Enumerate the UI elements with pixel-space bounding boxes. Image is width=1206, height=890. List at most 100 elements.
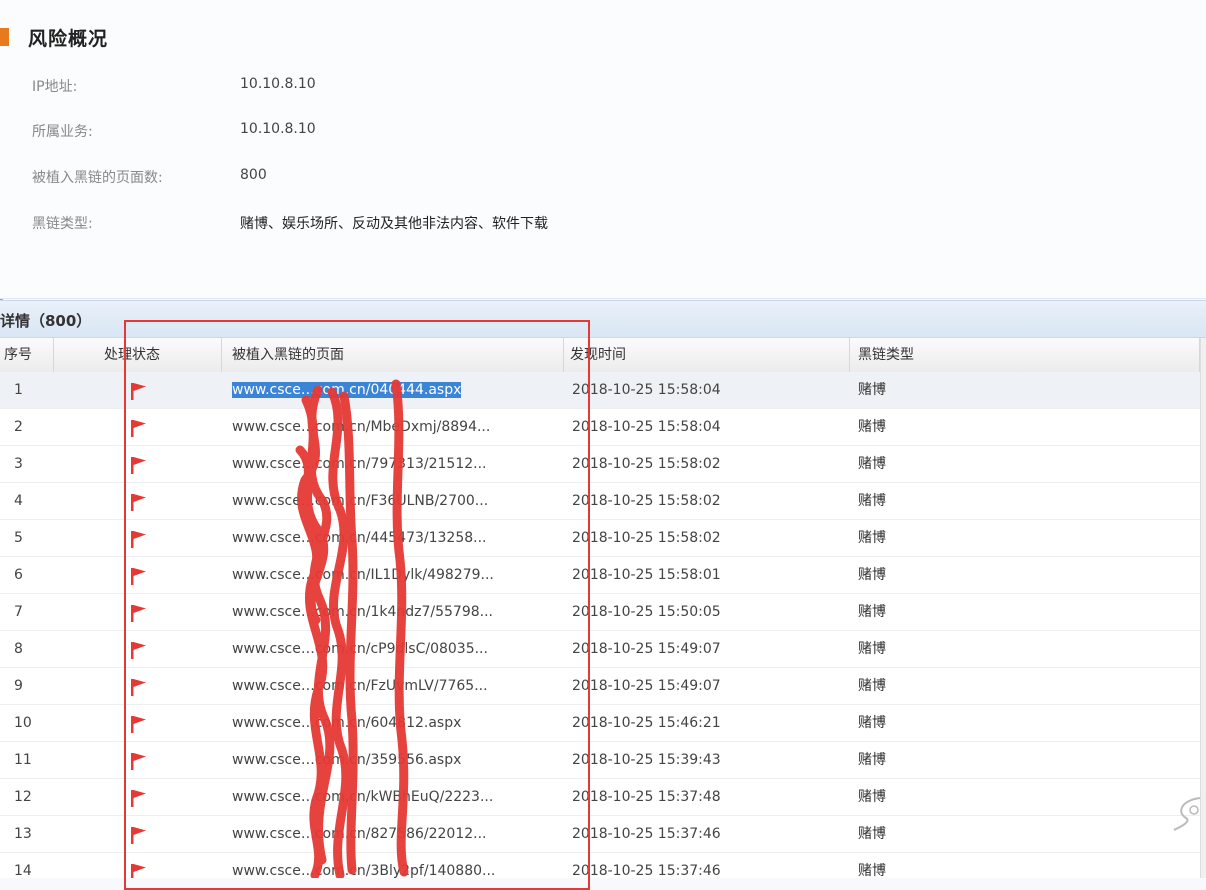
page-url[interactable]: www.csce…com.cn/445473/13258...	[232, 520, 562, 556]
table-row[interactable]: 4 www.csce…com.cn/F36ULNB/2700... 2018-10-…	[0, 483, 1200, 520]
page-url[interactable]: www.csce…com.cn/FzUvmLV/7765...	[232, 668, 562, 704]
status-cell[interactable]	[128, 372, 152, 408]
page-url-text[interactable]: www.csce…com.cn/IL1Dylk/498279...	[232, 567, 494, 583]
row-index: 9	[14, 678, 23, 694]
page-url[interactable]: www.csce…com.cn/cP9dlsC/08035...	[232, 631, 562, 667]
page-url-text[interactable]: www.csce…com.cn/MbeDxmj/8894...	[232, 419, 490, 435]
found-time: 2018-10-25 15:46:21	[572, 715, 721, 731]
page-url[interactable]: www.csce…com.cn/F36ULNB/2700...	[232, 483, 562, 519]
found-time: 2018-10-25 15:58:02	[572, 456, 721, 472]
row-index: 13	[14, 826, 32, 842]
row-index: 6	[14, 567, 23, 583]
status-cell[interactable]	[128, 594, 152, 630]
table-row[interactable]: 11 www.csce…com.cn/359556.aspx 2018-10-25 …	[0, 742, 1200, 779]
status-cell[interactable]	[128, 631, 152, 667]
status-cell[interactable]	[128, 816, 152, 852]
blacklink-type: 赌博	[858, 530, 886, 546]
table-row[interactable]: 2 www.csce…com.cn/MbeDxmj/8894... 2018-10-…	[0, 409, 1200, 446]
blacklink-type: 赌博	[858, 419, 886, 435]
page-url[interactable]: www.csce…com.cn/MbeDxmj/8894...	[232, 409, 562, 445]
row-index: 14	[14, 863, 32, 878]
page-url-text[interactable]: www.csce…com.cn/604812.aspx	[232, 715, 461, 731]
found-time: 2018-10-25 15:49:07	[572, 641, 721, 657]
red-flag-icon	[131, 420, 146, 437]
status-cell[interactable]	[128, 668, 152, 704]
page-url-text[interactable]: www.csce…com.cn/797313/21512...	[232, 456, 487, 472]
row-index: 1	[14, 382, 23, 398]
page-url-text[interactable]: www.csce…com.cn/3Bly2pf/140880...	[232, 863, 495, 878]
blacklink-type: 赌博	[858, 789, 886, 805]
column-index[interactable]: 序号	[0, 338, 54, 372]
page-url-text[interactable]: www.csce…com.cn/359556.aspx	[232, 752, 461, 768]
red-flag-icon	[131, 827, 146, 844]
page-url-text[interactable]: www.csce…com.cn/FzUvmLV/7765...	[232, 678, 488, 694]
red-flag-icon	[131, 568, 146, 585]
status-cell[interactable]	[128, 742, 152, 778]
blacklink-type: 赌博	[858, 604, 886, 620]
page-url-text[interactable]: www.csce…com.cn/040444.aspx	[232, 382, 462, 398]
blacklink-type: 赌博	[858, 641, 886, 657]
table-row[interactable]: 12 www.csce…com.cn/kWBhEuQ/2223... 2018-10…	[0, 779, 1200, 816]
column-time[interactable]: 发现时间	[564, 338, 850, 372]
found-time: 2018-10-25 15:50:05	[572, 604, 721, 620]
page-url-text[interactable]: www.csce…com.cn/445473/13258...	[232, 530, 487, 546]
page-url-text[interactable]: www.csce…com.cn/827586/22012...	[232, 826, 487, 842]
blacklink-type: 赌博	[858, 493, 886, 509]
page-url[interactable]: www.csce…com.cn/827586/22012...	[232, 816, 562, 852]
section-marker	[0, 28, 9, 46]
red-flag-icon	[131, 864, 146, 878]
row-index: 2	[14, 419, 23, 435]
business-label: 所属业务:	[32, 124, 93, 140]
table-row[interactable]: 7 www.csce…com.cn/1k4ndz7/55798... 2018-10…	[0, 594, 1200, 631]
status-cell[interactable]	[128, 483, 152, 519]
blacklink-type: 赌博	[858, 863, 886, 878]
page-url[interactable]: www.csce…com.cn/kWBhEuQ/2223...	[232, 779, 562, 815]
table-row[interactable]: 14 www.csce…com.cn/3Bly2pf/140880... 2018-…	[0, 853, 1200, 878]
status-cell[interactable]	[128, 705, 152, 741]
column-type[interactable]: 黑链类型	[850, 338, 1200, 372]
status-cell[interactable]	[128, 853, 152, 878]
table-row[interactable]: 9 www.csce…com.cn/FzUvmLV/7765... 2018-10-…	[0, 668, 1200, 705]
table-row[interactable]: 10 www.csce…com.cn/604812.aspx 2018-10-25 …	[0, 705, 1200, 742]
details-table: 1 www.csce…com.cn/040444.aspx 2018-10-25 1…	[0, 372, 1200, 878]
blacklink-type-value: 赌博、娱乐场所、反动及其他非法内容、软件下载	[240, 216, 548, 232]
table-row[interactable]: 1 www.csce…com.cn/040444.aspx 2018-10-25 1…	[0, 372, 1200, 409]
page-url[interactable]: www.csce…com.cn/604812.aspx	[232, 705, 562, 741]
watermark-logo	[1173, 797, 1201, 831]
page-url-text[interactable]: www.csce…com.cn/F36ULNB/2700...	[232, 493, 488, 509]
red-flag-icon	[131, 753, 146, 770]
table-row[interactable]: 5 www.csce…com.cn/445473/13258... 2018-10-…	[0, 520, 1200, 557]
page-url[interactable]: www.csce…com.cn/040444.aspx	[232, 372, 562, 408]
page-url[interactable]: www.csce…com.cn/1k4ndz7/55798...	[232, 594, 562, 630]
status-cell[interactable]	[128, 520, 152, 556]
column-status[interactable]: 处理状态	[54, 338, 222, 372]
column-page[interactable]: 被植入黑链的页面	[222, 338, 564, 372]
status-cell[interactable]	[128, 409, 152, 445]
risk-overview-panel: 风险概况 IP地址: 10.10.8.10 所属业务: 10.10.8.10 被…	[0, 0, 1206, 299]
found-time: 2018-10-25 15:58:04	[572, 382, 721, 398]
blacklink-type: 赌博	[858, 752, 886, 768]
details-title: 详情（800）	[0, 312, 92, 330]
page-url-text[interactable]: www.csce…com.cn/cP9dlsC/08035...	[232, 641, 488, 657]
page-url-text[interactable]: www.csce…com.cn/1k4ndz7/55798...	[232, 604, 493, 620]
red-flag-icon	[131, 494, 146, 511]
table-row[interactable]: 8 www.csce…com.cn/cP9dlsC/08035... 2018-10…	[0, 631, 1200, 668]
table-row[interactable]: 6 www.csce…com.cn/IL1Dylk/498279... 2018-1…	[0, 557, 1200, 594]
page-url[interactable]: www.csce…com.cn/359556.aspx	[232, 742, 562, 778]
red-flag-icon	[131, 457, 146, 474]
table-row[interactable]: 13 www.csce…com.cn/827586/22012... 2018-10…	[0, 816, 1200, 853]
found-time: 2018-10-25 15:49:07	[572, 678, 721, 694]
found-time: 2018-10-25 15:37:46	[572, 826, 721, 842]
page-url-text[interactable]: www.csce…com.cn/kWBhEuQ/2223...	[232, 789, 493, 805]
page-url[interactable]: www.csce…com.cn/3Bly2pf/140880...	[232, 853, 562, 878]
status-cell[interactable]	[128, 446, 152, 482]
table-row[interactable]: 3 www.csce…com.cn/797313/21512... 2018-10-…	[0, 446, 1200, 483]
page-url[interactable]: www.csce…com.cn/IL1Dylk/498279...	[232, 557, 562, 593]
page-url[interactable]: www.csce…com.cn/797313/21512...	[232, 446, 562, 482]
blacklink-type: 赌博	[858, 715, 886, 731]
status-cell[interactable]	[128, 557, 152, 593]
business-value: 10.10.8.10	[240, 121, 316, 137]
status-cell[interactable]	[128, 779, 152, 815]
row-index: 7	[14, 604, 23, 620]
found-time: 2018-10-25 15:37:48	[572, 789, 721, 805]
